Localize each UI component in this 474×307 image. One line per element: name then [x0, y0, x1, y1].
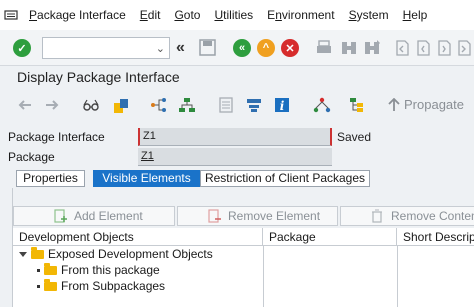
double-chevron-left-icon[interactable]: « [176, 39, 185, 57]
back-icon[interactable]: « [233, 39, 251, 57]
menu-icon[interactable] [0, 0, 22, 30]
org-structure-icon[interactable] [178, 97, 195, 113]
add-element-button[interactable]: Add Element [13, 206, 175, 226]
propagate-label: Propagate [404, 97, 464, 112]
command-field[interactable]: ⌄ [42, 37, 170, 59]
remove-document-icon [208, 209, 221, 223]
remove-element-label: Remove Element [228, 209, 321, 223]
remove-content-button[interactable]: Remove Content [340, 206, 474, 226]
save-icon[interactable] [199, 39, 216, 59]
svg-text:i: i [280, 99, 285, 113]
menu-utilities[interactable]: Utilities [207, 0, 260, 30]
tab-strip: Properties Visible Elements Restriction … [0, 170, 474, 188]
document-icon[interactable] [218, 97, 234, 113]
layout-icon[interactable] [246, 97, 262, 113]
remove-element-button[interactable]: Remove Element [177, 206, 338, 226]
menu-goto[interactable]: Goto [167, 0, 207, 30]
tab-visible-elements[interactable]: Visible Elements [93, 170, 200, 187]
cancel-icon[interactable]: ✕ [281, 39, 299, 57]
info-icon[interactable]: i [274, 97, 290, 113]
tab-restriction-of-client-packages[interactable]: Restriction of Client Packages [200, 170, 370, 187]
previous-page-icon[interactable] [415, 39, 431, 60]
remove-content-label: Remove Content [391, 209, 474, 223]
menu-bar: Package Interface Edit Goto Utilities En… [0, 0, 474, 30]
print-icon[interactable] [315, 39, 333, 60]
structure-tree-icon[interactable] [348, 97, 364, 113]
package-field[interactable]: Z1 [138, 148, 332, 166]
arrow-right-icon[interactable] [44, 97, 60, 113]
column-divider [263, 246, 264, 307]
last-page-icon[interactable] [456, 39, 472, 60]
column-package[interactable]: Package [263, 228, 397, 246]
exit-icon[interactable]: ^ [257, 39, 275, 57]
application-toolbar: i Propagate [0, 90, 474, 120]
menu-environment[interactable]: Environment [260, 0, 341, 30]
menu-edit[interactable]: Edit [133, 0, 168, 30]
menu-package-interface[interactable]: Package Interface [22, 0, 133, 30]
menu-help[interactable]: Help [396, 0, 435, 30]
next-page-icon[interactable] [436, 39, 452, 60]
bullet-icon [37, 284, 40, 288]
folder-icon [44, 262, 57, 275]
tree-node-from-this-package[interactable]: From this package [37, 262, 160, 278]
standard-toolbar: ✓ ⌄ « « ^ ✕ [0, 30, 474, 66]
package-label: Package [8, 150, 55, 164]
header-form: Package Interface Z1 Saved Package Z1 [0, 124, 474, 168]
panel-button-bar: Add Element Remove Element Remove Conten… [13, 188, 474, 228]
first-page-icon[interactable] [394, 39, 410, 60]
add-document-icon [54, 209, 67, 223]
column-divider [397, 246, 398, 307]
menu-system[interactable]: System [342, 0, 396, 30]
arrow-left-icon[interactable] [17, 97, 33, 113]
chevron-down-icon[interactable]: ⌄ [156, 42, 165, 55]
find-icon[interactable] [340, 39, 358, 60]
hierarchy-icon[interactable] [150, 97, 166, 113]
package-interface-field[interactable]: Z1 [138, 128, 332, 146]
expand-triangle-icon[interactable] [19, 251, 27, 257]
tab-properties[interactable]: Properties [16, 170, 85, 187]
glasses-icon[interactable] [82, 97, 99, 113]
visible-elements-panel: Add Element Remove Element Remove Conten… [12, 188, 474, 307]
folder-icon [31, 246, 44, 259]
tree-node-from-subpackages[interactable]: From Subpackages [37, 278, 165, 294]
network-icon[interactable] [313, 97, 331, 113]
trash-icon [372, 209, 382, 223]
tree-grid: Exposed Development Objects From this pa… [13, 246, 474, 307]
folder-icon [44, 278, 57, 291]
grid-header: Development Objects Package Short Descri… [13, 228, 474, 246]
column-short-description[interactable]: Short Description [397, 228, 474, 246]
column-development-objects[interactable]: Development Objects [13, 228, 263, 246]
status-text: Saved [337, 130, 372, 144]
title-bar: Display Package Interface [0, 66, 474, 90]
find-next-icon[interactable] [363, 39, 381, 60]
enter-icon[interactable]: ✓ [13, 39, 31, 57]
tree-node-exposed[interactable]: Exposed Development Objects [19, 246, 213, 262]
package-interface-label: Package Interface [8, 130, 105, 144]
tree-node-label: From Subpackages [61, 279, 166, 293]
tree-node-label: From this package [61, 263, 160, 277]
object-list-icon[interactable] [112, 97, 128, 113]
bullet-icon [37, 268, 40, 272]
propagate-button[interactable]: Propagate [388, 97, 464, 112]
page-title: Display Package Interface [17, 69, 180, 85]
add-element-label: Add Element [74, 209, 143, 223]
tree-node-label: Exposed Development Objects [48, 247, 213, 261]
propagate-icon [388, 97, 400, 111]
